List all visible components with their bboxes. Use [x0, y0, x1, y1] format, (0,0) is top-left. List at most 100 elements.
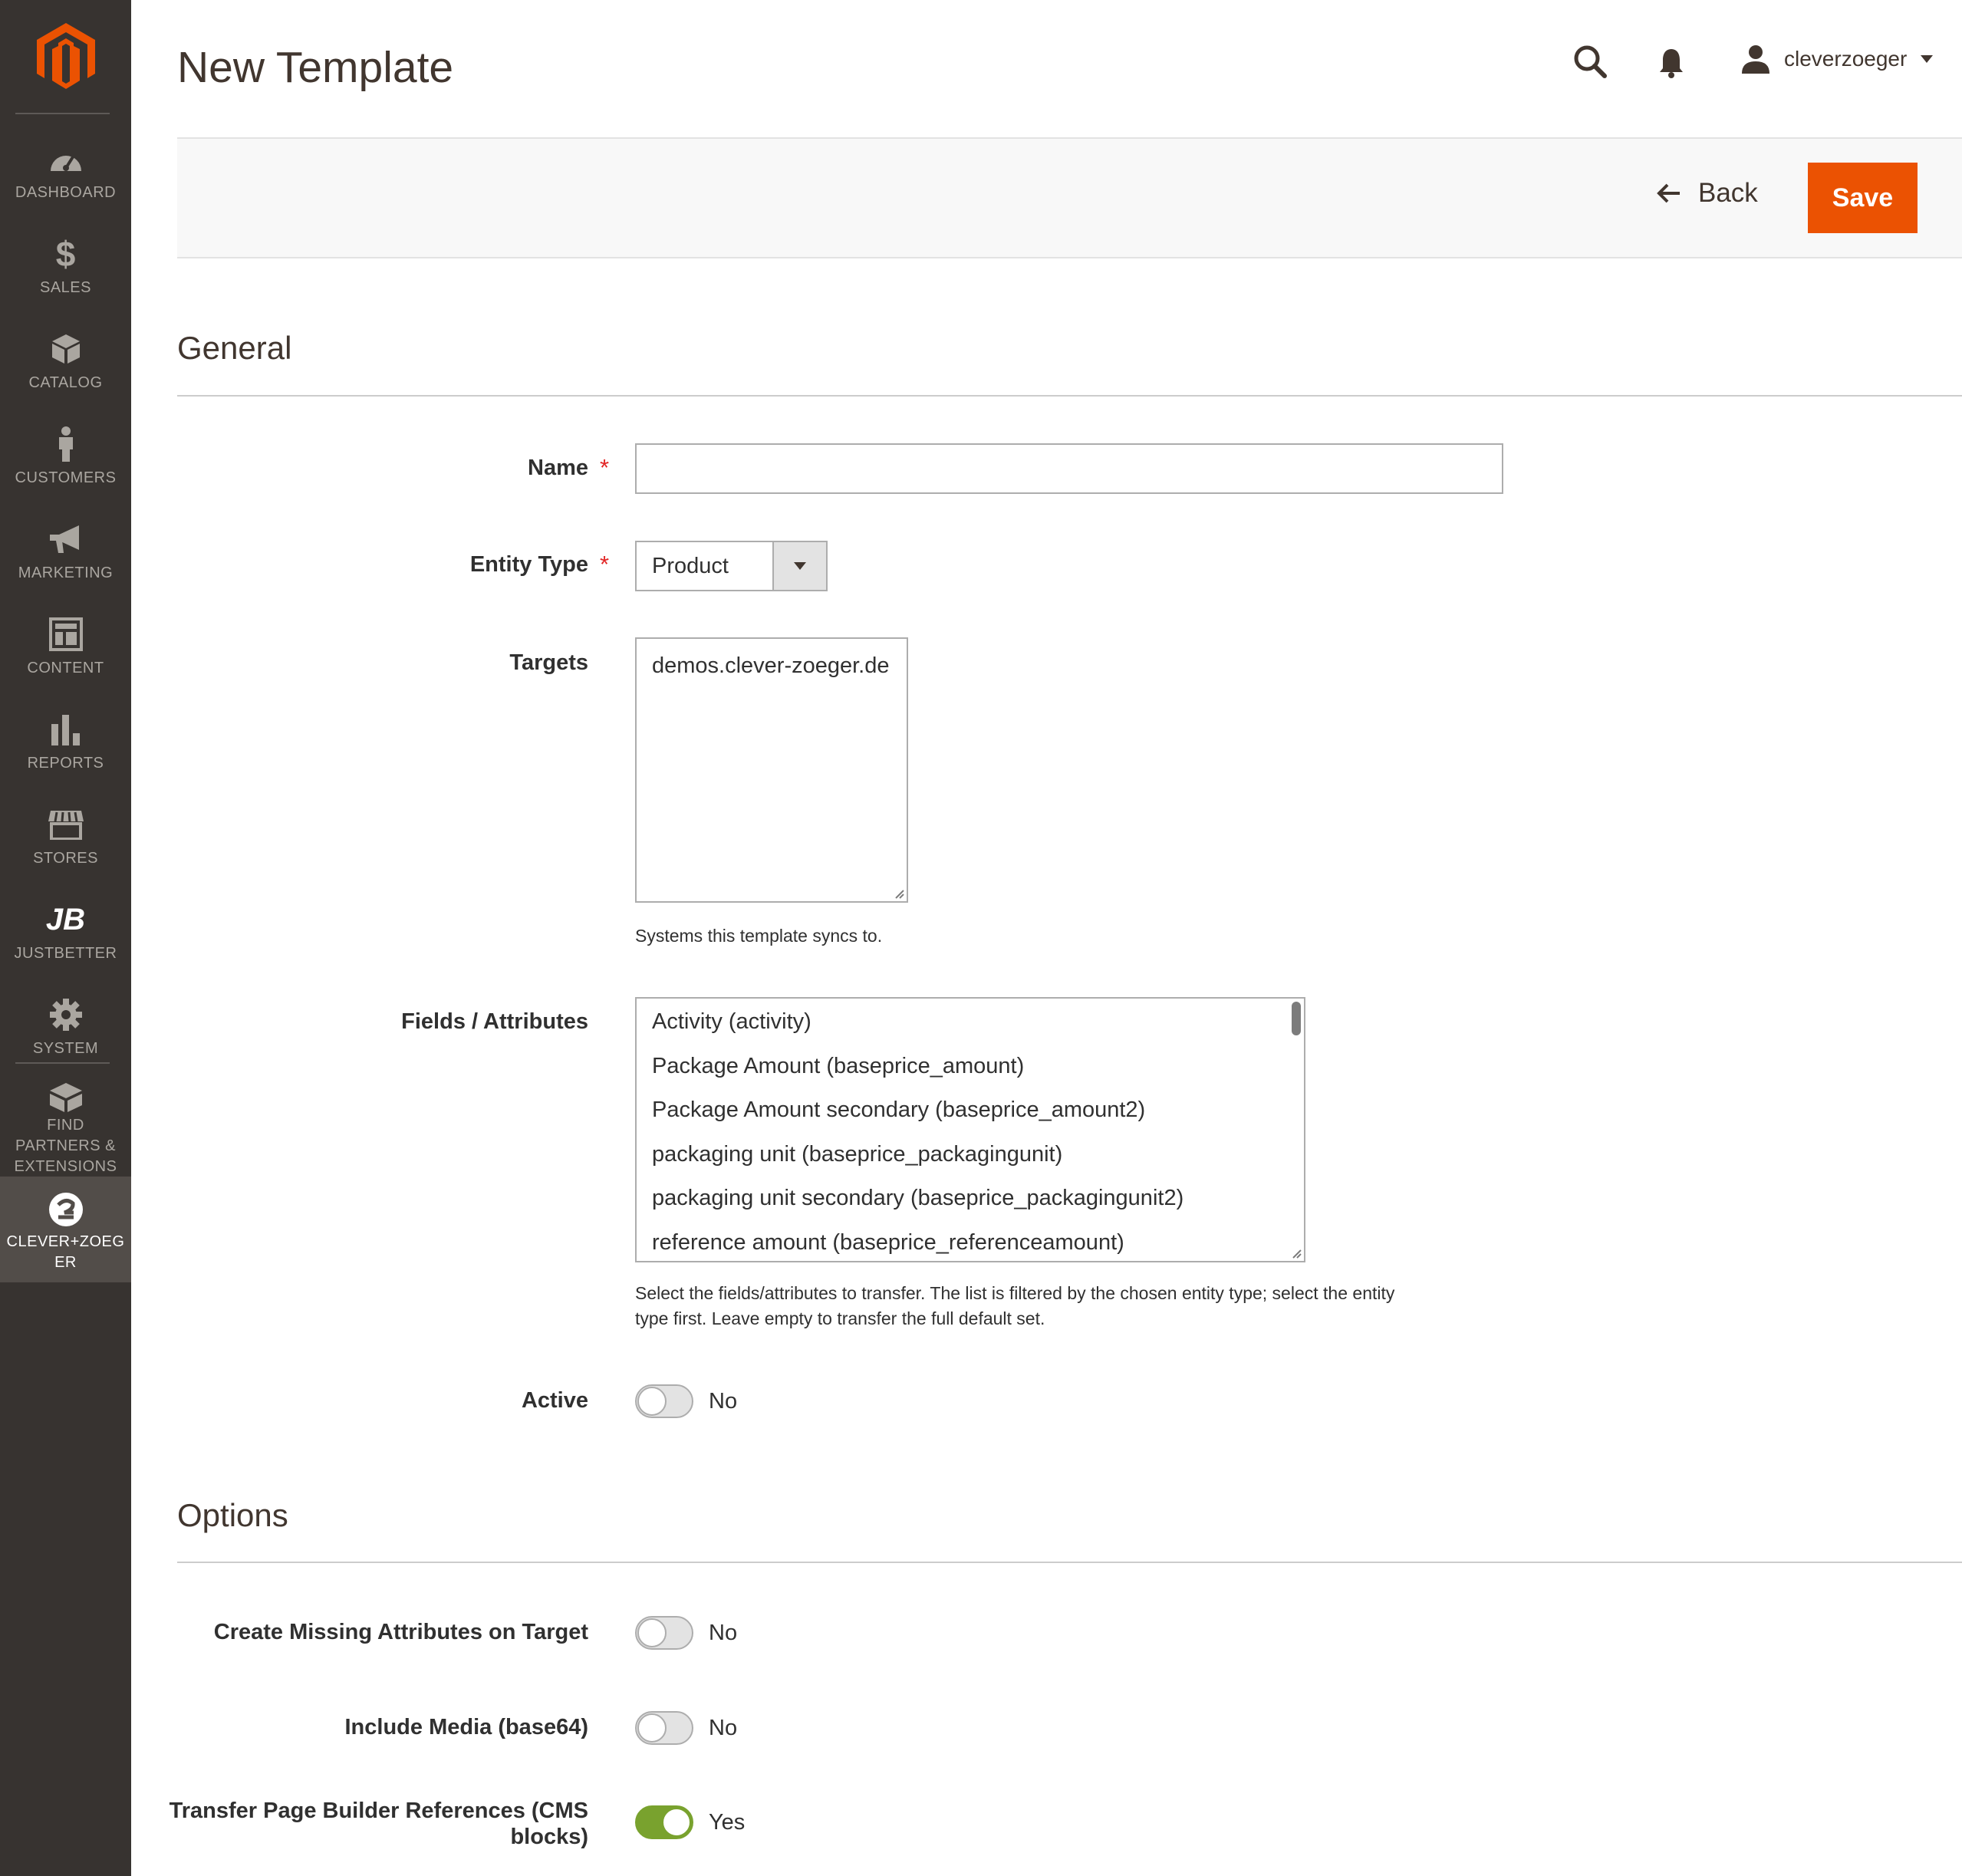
user-menu[interactable]: cleverzoeger [1741, 44, 1934, 74]
blocks-icon [49, 1083, 82, 1112]
required-mark: * [600, 551, 610, 578]
gear-icon [49, 999, 82, 1031]
fields-note-line: type first. Leave empty to transfer the … [635, 1308, 1045, 1328]
page-title: New Template [177, 43, 454, 92]
scrollbar-thumb[interactable] [1292, 1002, 1301, 1035]
targets-option[interactable]: demos.clever-zoeger.de [637, 644, 907, 689]
sidebar-item-label: STORES [33, 850, 98, 867]
bell-icon [1660, 49, 1683, 78]
sidebar-item-clever-zoeger[interactable]: CLEVER+ZOEGER [0, 1177, 131, 1282]
page-builder-label-line: Transfer Page Builder References (CMS [169, 1799, 588, 1823]
user-name: cleverzoeger [1784, 47, 1908, 71]
targets-note: Systems this template syncs to. [635, 926, 883, 946]
arrow-left-icon [1657, 183, 1680, 203]
fields-option[interactable]: packaging unit (baseprice_packagingunit) [637, 1133, 1304, 1177]
toggle-knob [637, 1618, 667, 1647]
toggle-knob [662, 1808, 691, 1837]
fields-attributes-multiselect[interactable]: Activity (activity) Package Amount (base… [635, 997, 1305, 1262]
select-toggle[interactable] [772, 542, 826, 590]
person-icon [58, 426, 73, 462]
sidebar-item-label: CATALOG [28, 374, 103, 391]
section-divider [177, 1562, 1962, 1563]
sidebar-item-sales[interactable]: $ SALES [0, 218, 131, 313]
sidebar-item-customers[interactable]: CUSTOMERS [0, 408, 131, 503]
sidebar-item-label: CONTENT [27, 660, 104, 676]
sidebar-item-catalog[interactable]: CATALOG [0, 313, 131, 408]
jb-icon: JB [45, 902, 86, 936]
sidebar-item-label: DASHBOARD [15, 184, 117, 201]
targets-label: Targets [509, 650, 588, 675]
active-toggle[interactable] [635, 1384, 693, 1418]
sidebar-item-label: MARKETING [18, 564, 114, 581]
fields-attributes-label: Fields / Attributes [401, 1009, 588, 1034]
entity-type-label: Entity Type [469, 552, 588, 577]
notifications-button[interactable] [1659, 48, 1684, 82]
global-search-button[interactable] [1573, 44, 1607, 82]
required-mark: * [600, 454, 610, 481]
active-toggle-value: No [709, 1389, 738, 1414]
page-builder-label: Transfer Page Builder References (CMS bl… [170, 1798, 588, 1850]
magento-logo-icon [36, 23, 95, 89]
create-missing-label: Create Missing Attributes on Target [213, 1620, 588, 1644]
admin-sidebar: DASHBOARD $ SALES CATALOG CUSTOMERS MARK… [0, 0, 131, 1876]
sidebar-item-label: FIND PARTNERS & EXTENSIONS [14, 1117, 117, 1175]
page-builder-toggle[interactable] [635, 1805, 693, 1839]
sidebar-item-stores[interactable]: STORES [0, 788, 131, 884]
chevron-down-icon [1921, 55, 1934, 63]
entity-type-select[interactable]: Product [635, 541, 828, 591]
toggle-knob [637, 1713, 667, 1743]
include-media-value: No [709, 1716, 738, 1740]
section-title-general: General [177, 330, 292, 366]
sidebar-item-label: CUSTOMERS [15, 469, 117, 486]
resize-grip-icon[interactable] [894, 888, 904, 899]
fields-option[interactable]: Package Amount (baseprice_amount) [637, 1045, 1304, 1089]
resize-grip-icon[interactable] [1291, 1248, 1302, 1259]
create-missing-value: No [709, 1621, 738, 1645]
targets-multiselect[interactable]: demos.clever-zoeger.de [635, 637, 908, 903]
dollar-icon: $ [55, 234, 76, 274]
bar-chart-icon [51, 715, 80, 745]
back-button[interactable]: Back [1657, 178, 1758, 209]
create-missing-toggle[interactable] [635, 1616, 693, 1650]
magento-logo[interactable] [0, 0, 131, 114]
page-builder-value: Yes [709, 1810, 746, 1835]
fields-note-line: Select the fields/attributes to transfer… [635, 1283, 1395, 1303]
sidebar-item-content[interactable]: CONTENT [0, 598, 131, 693]
section-title-options: Options [177, 1497, 288, 1533]
search-icon [1574, 45, 1607, 78]
sidebar-item-label: SALES [40, 279, 91, 296]
chevron-down-icon [794, 562, 806, 570]
toggle-knob [637, 1387, 667, 1416]
name-input[interactable] [635, 443, 1503, 494]
active-label: Active [521, 1388, 588, 1413]
section-divider [177, 395, 1962, 397]
fields-option[interactable]: Activity (activity) [637, 1000, 1304, 1045]
sidebar-item-find-partners[interactable]: FIND PARTNERS & EXTENSIONS [0, 1074, 131, 1177]
entity-type-value: Product [652, 553, 729, 578]
page-builder-label-line: blocks) [510, 1825, 588, 1849]
fields-option[interactable]: packaging unit secondary (baseprice_pack… [637, 1177, 1304, 1221]
sidebar-item-label: JUSTBETTER [14, 945, 117, 962]
layout-icon [48, 617, 83, 651]
sidebar-divider [15, 1062, 110, 1064]
sidebar-item-label: SYSTEM [32, 1040, 99, 1057]
include-media-toggle[interactable] [635, 1711, 693, 1745]
dashboard-icon [50, 154, 81, 171]
sidebar-item-reports[interactable]: REPORTS [0, 693, 131, 788]
fields-note: Select the fields/attributes to transfer… [635, 1281, 1394, 1331]
cz-icon [48, 1193, 83, 1226]
fields-option[interactable]: reference amount (baseprice_referenceamo… [637, 1221, 1304, 1262]
sidebar-divider [15, 113, 110, 114]
user-icon [1742, 45, 1769, 74]
sidebar-item-justbetter[interactable]: JB JUSTBETTER [0, 884, 131, 979]
sidebar-item-label: REPORTS [27, 755, 104, 772]
name-label: Name [528, 456, 588, 480]
sidebar-item-marketing[interactable]: MARKETING [0, 503, 131, 598]
save-button[interactable]: Save [1808, 163, 1918, 233]
storefront-icon [48, 811, 84, 840]
sidebar-item-system[interactable]: SYSTEM [0, 979, 131, 1074]
megaphone-icon [49, 525, 79, 553]
fields-option[interactable]: Package Amount secondary (baseprice_amou… [637, 1088, 1304, 1133]
sidebar-item-dashboard[interactable]: DASHBOARD [0, 123, 131, 218]
include-media-label: Include Media (base64) [344, 1715, 589, 1739]
